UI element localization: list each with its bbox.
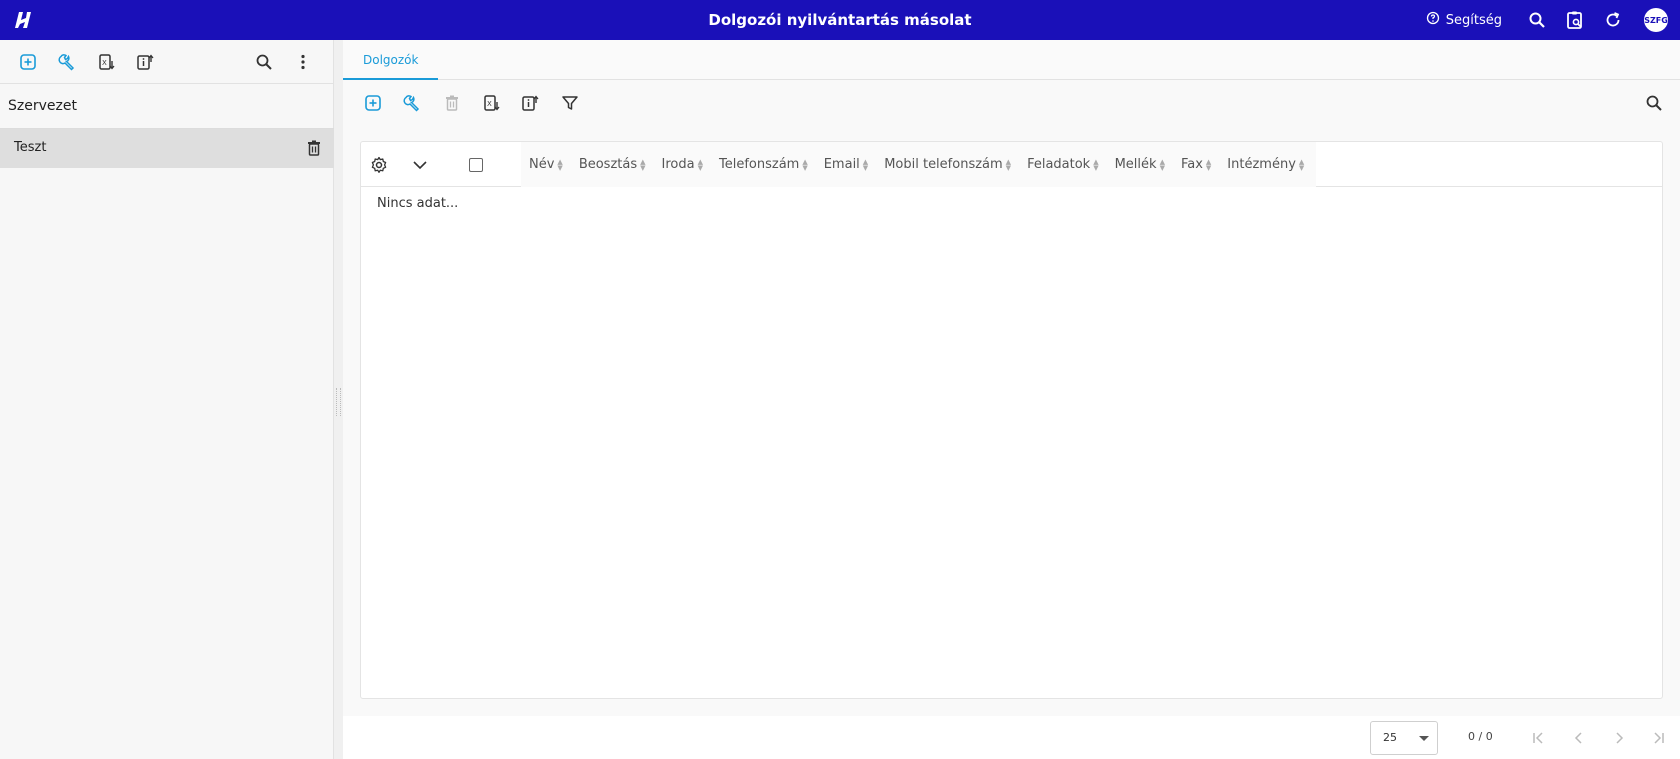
column-header-telefonszam[interactable]: Telefonszám ▲ ▼ bbox=[711, 142, 816, 187]
sort-icon: ▲ ▼ bbox=[1205, 157, 1212, 172]
add-icon[interactable] bbox=[17, 51, 39, 73]
organization-item[interactable]: Teszt bbox=[0, 129, 334, 168]
grid-header: Név ▲ ▼ Beosztás ▲ ▼ Iroda ▲ ▼ Telefonszám ▲ ▼ E… bbox=[361, 142, 1662, 187]
filter-icon[interactable] bbox=[559, 92, 581, 114]
column-header-email[interactable]: Email ▲ ▼ bbox=[816, 142, 876, 187]
sort-icon: ▲ ▼ bbox=[862, 157, 869, 172]
svg-text:X: X bbox=[487, 100, 492, 108]
column-header-intezmeny[interactable]: Intézmény ▲ ▼ bbox=[1219, 142, 1312, 187]
sort-icon: ▲ ▼ bbox=[802, 157, 808, 172]
page-info: 0 / 0 bbox=[1468, 730, 1493, 743]
help-button[interactable]: Segítség bbox=[1426, 11, 1502, 29]
last-page-icon[interactable] bbox=[1647, 727, 1669, 749]
sort-icon: ▲ ▼ bbox=[1005, 157, 1012, 172]
info-export-icon[interactable] bbox=[519, 92, 541, 114]
organization-heading: Szervezet bbox=[8, 98, 77, 114]
column-header-fax[interactable]: Fax ▲ ▼ bbox=[1173, 142, 1219, 187]
help-label: Segítség bbox=[1445, 12, 1502, 28]
search-icon[interactable] bbox=[1526, 9, 1548, 31]
page-size-select[interactable]: 25 bbox=[1370, 721, 1438, 755]
tab-bar: Dolgozók bbox=[343, 40, 1680, 80]
column-header-mobil-telefonszam[interactable]: Mobil telefonszám ▲ ▼ bbox=[876, 142, 1019, 187]
wrench-icon[interactable] bbox=[401, 92, 423, 114]
delete-icon[interactable] bbox=[304, 138, 324, 158]
column-header-nev[interactable]: Név ▲ ▼ bbox=[521, 142, 571, 187]
next-page-icon[interactable] bbox=[1608, 727, 1630, 749]
svg-text:X: X bbox=[102, 59, 107, 67]
sort-icon: ▲ ▼ bbox=[557, 157, 563, 172]
wrench-icon[interactable] bbox=[56, 51, 78, 73]
column-header-iroda[interactable]: Iroda ▲ ▼ bbox=[654, 142, 711, 187]
splitter-grip[interactable] bbox=[336, 388, 341, 416]
info-export-icon[interactable] bbox=[134, 51, 156, 73]
column-header-feladatok[interactable]: Feladatok ▲ ▼ bbox=[1019, 142, 1107, 187]
caret-down-icon bbox=[1419, 736, 1429, 741]
clipboard-search-icon[interactable] bbox=[1564, 9, 1586, 31]
chevron-down-icon[interactable] bbox=[409, 154, 431, 176]
sort-icon: ▲ ▼ bbox=[697, 157, 703, 172]
tab-employees[interactable]: Dolgozók bbox=[343, 40, 439, 80]
pagination-bar: 25 0 / 0 bbox=[343, 716, 1680, 759]
select-all-checkbox[interactable] bbox=[469, 158, 483, 172]
page-size-value: 25 bbox=[1383, 731, 1397, 744]
search-icon[interactable] bbox=[1643, 92, 1665, 114]
organization-panel: X Szervezet Teszt bbox=[0, 40, 334, 759]
panel-splitter[interactable] bbox=[334, 40, 343, 759]
column-header-beosztas[interactable]: Beosztás ▲ ▼ bbox=[571, 142, 654, 187]
previous-page-icon[interactable] bbox=[1568, 727, 1590, 749]
first-page-icon[interactable] bbox=[1528, 727, 1550, 749]
top-app-bar: Dolgozói nyilvántartás másolat Segítség … bbox=[0, 0, 1680, 40]
sort-icon: ▲ ▼ bbox=[640, 157, 646, 172]
grid-toolbar: X bbox=[343, 81, 1680, 125]
organization-item-label: Teszt bbox=[14, 140, 47, 155]
help-circle-icon bbox=[1426, 11, 1440, 29]
user-avatar[interactable]: SZFG bbox=[1644, 8, 1668, 32]
empty-message: Nincs adat... bbox=[377, 196, 459, 211]
excel-export-icon[interactable]: X bbox=[95, 51, 117, 73]
top-actions: Segítség SZFG bbox=[1426, 0, 1668, 40]
more-vertical-icon[interactable] bbox=[292, 51, 314, 73]
sort-icon: ▲ ▼ bbox=[1159, 157, 1165, 172]
sort-icon: ▲ ▼ bbox=[1093, 157, 1099, 172]
organization-toolbar: X bbox=[0, 40, 334, 84]
app-logo-icon[interactable] bbox=[14, 9, 36, 31]
sort-icon: ▲ ▼ bbox=[1298, 157, 1305, 172]
delete-icon[interactable] bbox=[441, 92, 463, 114]
search-icon[interactable] bbox=[253, 51, 275, 73]
column-header-mellek[interactable]: Mellék ▲ ▼ bbox=[1107, 142, 1173, 187]
add-icon[interactable] bbox=[362, 92, 384, 114]
gear-icon[interactable] bbox=[368, 154, 390, 176]
excel-export-icon[interactable]: X bbox=[480, 92, 502, 114]
column-headers: Név ▲ ▼ Beosztás ▲ ▼ Iroda ▲ ▼ Telefonszám ▲ ▼ E… bbox=[521, 142, 1317, 187]
main-content: Dolgozók X Név ▲ ▼ Beosztás ▲ ▼ Iroda ▲ … bbox=[343, 40, 1680, 759]
refresh-icon[interactable] bbox=[1602, 9, 1624, 31]
employees-grid: Név ▲ ▼ Beosztás ▲ ▼ Iroda ▲ ▼ Telefonszám ▲ ▼ E… bbox=[360, 141, 1663, 699]
